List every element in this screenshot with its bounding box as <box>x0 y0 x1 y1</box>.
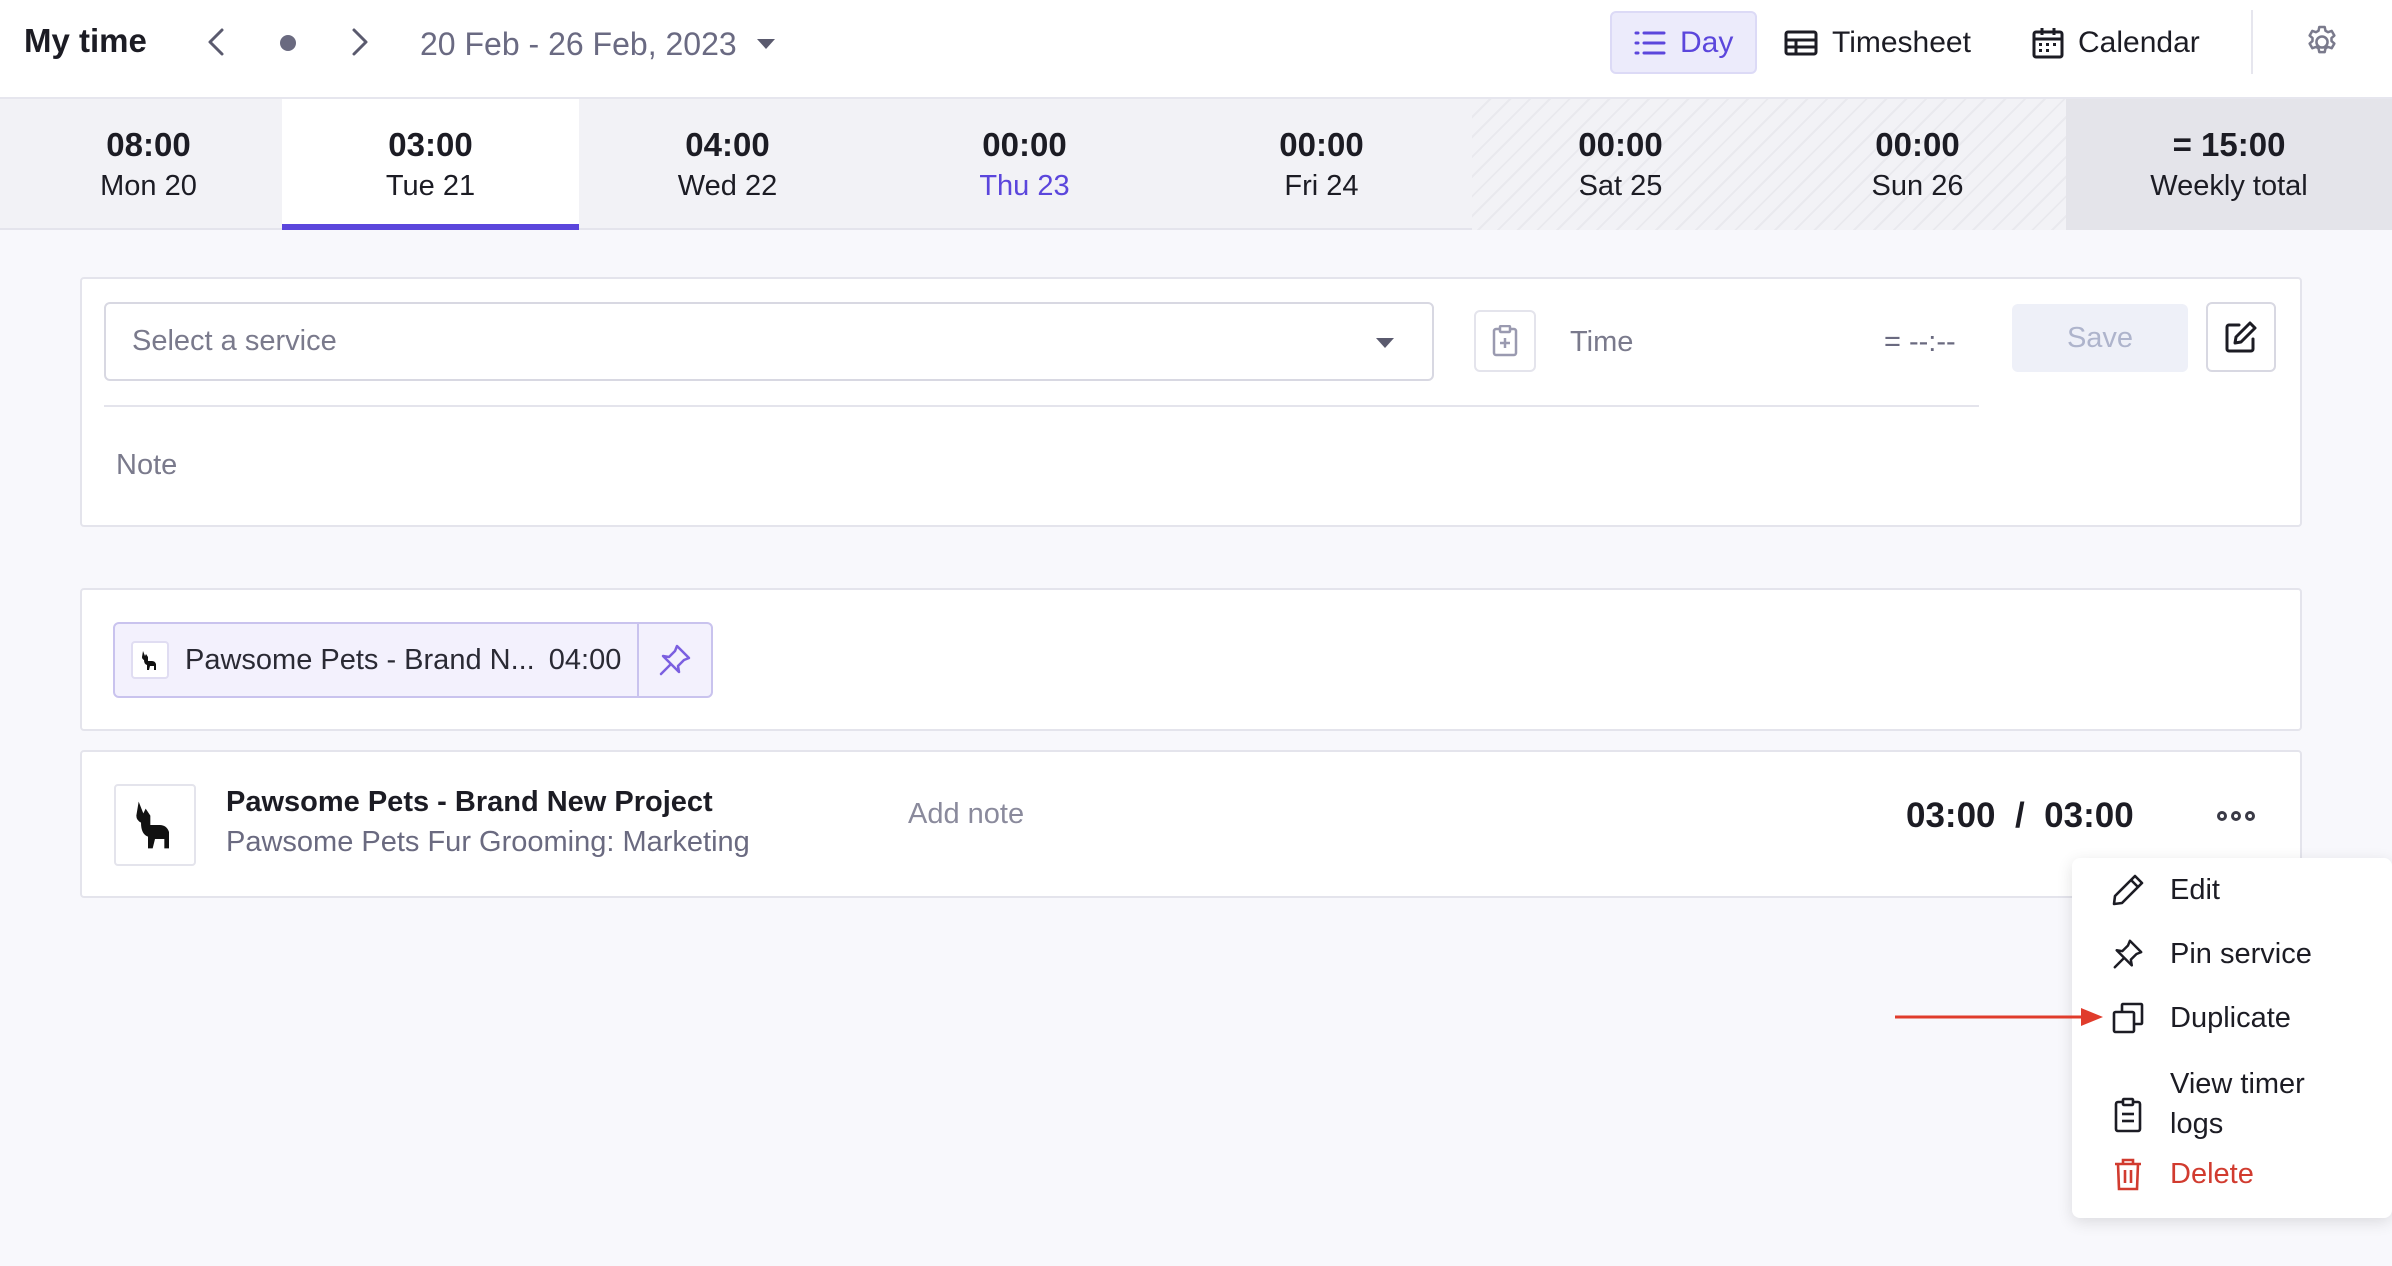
day-label: Thu 23 <box>979 170 1070 202</box>
pin-icon <box>659 644 691 676</box>
day-tab-sun[interactable]: 00:00 Sun 26 <box>1769 99 2066 230</box>
menu-item-label: Duplicate <box>2170 1002 2291 1034</box>
gear-icon <box>2308 25 2336 54</box>
dog-icon <box>131 641 169 679</box>
day-total: 00:00 <box>1279 126 1364 163</box>
menu-item-label: Delete <box>2170 1158 2254 1190</box>
pin-icon <box>2110 936 2146 972</box>
pinned-service-time: 04:00 <box>548 643 622 676</box>
chevron-right-icon <box>352 28 368 56</box>
view-day-label: Day <box>1680 25 1734 59</box>
duplicate-icon <box>2110 1000 2146 1036</box>
menu-item-label: Pin service <box>2170 938 2312 970</box>
menu-item-label: View timer logs <box>2170 1068 2305 1140</box>
day-total: 04:00 <box>685 126 770 163</box>
menu-item-duplicate[interactable]: Duplicate <box>2110 1000 2291 1036</box>
timer-button[interactable] <box>1474 310 1536 372</box>
day-label: Tue 21 <box>385 170 476 202</box>
page-title: My time <box>24 22 147 59</box>
view-day-button[interactable]: Day <box>1610 11 1758 74</box>
table-icon <box>1784 30 1818 55</box>
trash-icon <box>2110 1156 2146 1192</box>
dog-icon <box>136 801 169 849</box>
annotation-arrow-icon <box>1895 1008 2103 1026</box>
pinned-service-label: Pawsome Pets - Brand N... <box>185 643 535 676</box>
clipboard-plus-icon <box>1492 325 1518 357</box>
menu-item-pin-service[interactable]: Pin service <box>2110 936 2312 972</box>
entry-project-title: Pawsome Pets - Brand New Project <box>226 786 713 818</box>
pinned-service-chip[interactable]: Pawsome Pets - Brand N... 04:00 <box>113 622 713 698</box>
edit-icon <box>2225 321 2257 353</box>
time-label: Time <box>1570 326 1634 358</box>
service-select-placeholder: Select a service <box>132 325 337 357</box>
view-calendar-label: Calendar <box>2078 25 2200 59</box>
chevron-left-icon <box>208 28 224 56</box>
day-tab-sat[interactable]: 00:00 Sat 25 <box>1472 99 1769 230</box>
date-range-picker[interactable]: 20 Feb - 26 Feb, 2023 <box>420 22 775 66</box>
day-tab-tue[interactable]: 03:00 Tue 21 <box>282 99 579 230</box>
dot <box>2231 811 2241 821</box>
day-label: Fri 24 <box>1284 170 1359 202</box>
previous-week-button[interactable] <box>196 20 236 64</box>
list-icon <box>1634 31 1666 54</box>
divider <box>2251 10 2253 74</box>
day-total: 00:00 <box>1875 126 1960 163</box>
day-label: Sun 26 <box>1871 170 1964 202</box>
menu-item-label: Edit <box>2170 874 2220 906</box>
project-avatar <box>114 784 196 866</box>
weekly-total-label: Weekly total <box>2150 170 2308 202</box>
date-range-label: 20 Feb - 26 Feb, 2023 <box>420 25 737 62</box>
menu-item-edit[interactable]: Edit <box>2110 872 2220 908</box>
day-total: 00:00 <box>1578 126 1663 163</box>
entry-duration: 03:00 / 03:00 <box>1906 796 2134 835</box>
settings-button[interactable] <box>2300 20 2344 64</box>
day-label: Sat 25 <box>1578 170 1663 202</box>
view-calendar-button[interactable]: Calendar <box>2010 11 2222 74</box>
top-bar: My time 20 Feb - 26 Feb, 2023 Day Timesh… <box>0 0 2392 99</box>
view-timesheet-button[interactable]: Timesheet <box>1762 11 1993 74</box>
more-options-button[interactable] <box>2212 796 2260 836</box>
save-button[interactable]: Save <box>2012 304 2188 372</box>
service-select[interactable]: Select a service <box>104 302 1434 381</box>
day-tab-mon[interactable]: 08:00 Mon 20 <box>0 99 297 230</box>
caret-down-icon <box>756 39 775 49</box>
entry-context-menu: Edit Pin service Duplicate View timer lo… <box>2072 858 2392 1218</box>
day-total: 08:00 <box>106 126 191 163</box>
entry-service-subtitle: Pawsome Pets Fur Grooming: Marketing <box>226 826 750 858</box>
day-strip: 08:00 Mon 20 03:00 Tue 21 04:00 Wed 22 0… <box>0 99 2392 230</box>
menu-item-view-timer-logs[interactable]: View timer logs <box>2110 1064 2305 1144</box>
day-tab-wed[interactable]: 04:00 Wed 22 <box>579 99 876 230</box>
next-week-button[interactable] <box>340 20 380 64</box>
day-total: 00:00 <box>982 126 1067 163</box>
caret-down-icon <box>1376 338 1394 348</box>
day-tab-fri[interactable]: 00:00 Fri 24 <box>1173 99 1470 230</box>
today-button[interactable] <box>276 32 300 54</box>
menu-item-delete[interactable]: Delete <box>2110 1156 2254 1192</box>
unpin-button[interactable] <box>637 622 711 698</box>
clipboard-icon <box>2110 1097 2146 1133</box>
edit-details-button[interactable] <box>2206 302 2276 372</box>
calendar-icon <box>2032 27 2064 58</box>
time-input[interactable]: = --:-- <box>1884 326 1956 359</box>
day-label: Mon 20 <box>100 170 197 202</box>
day-total: 03:00 <box>388 126 473 163</box>
note-input[interactable] <box>104 440 1104 490</box>
view-timesheet-label: Timesheet <box>1832 25 1971 59</box>
dot <box>2245 811 2255 821</box>
dot <box>2217 811 2227 821</box>
dot-icon <box>280 35 296 51</box>
day-tab-thu[interactable]: 00:00 Thu 23 <box>876 99 1173 230</box>
pencil-icon <box>2110 872 2146 908</box>
weekly-total: = 15:00 Weekly total <box>2066 99 2392 230</box>
weekly-total-value: = 15:00 <box>2172 126 2286 163</box>
add-note-link[interactable]: Add note <box>908 798 1024 831</box>
form-divider <box>104 405 1979 407</box>
day-label: Wed 22 <box>677 170 778 202</box>
